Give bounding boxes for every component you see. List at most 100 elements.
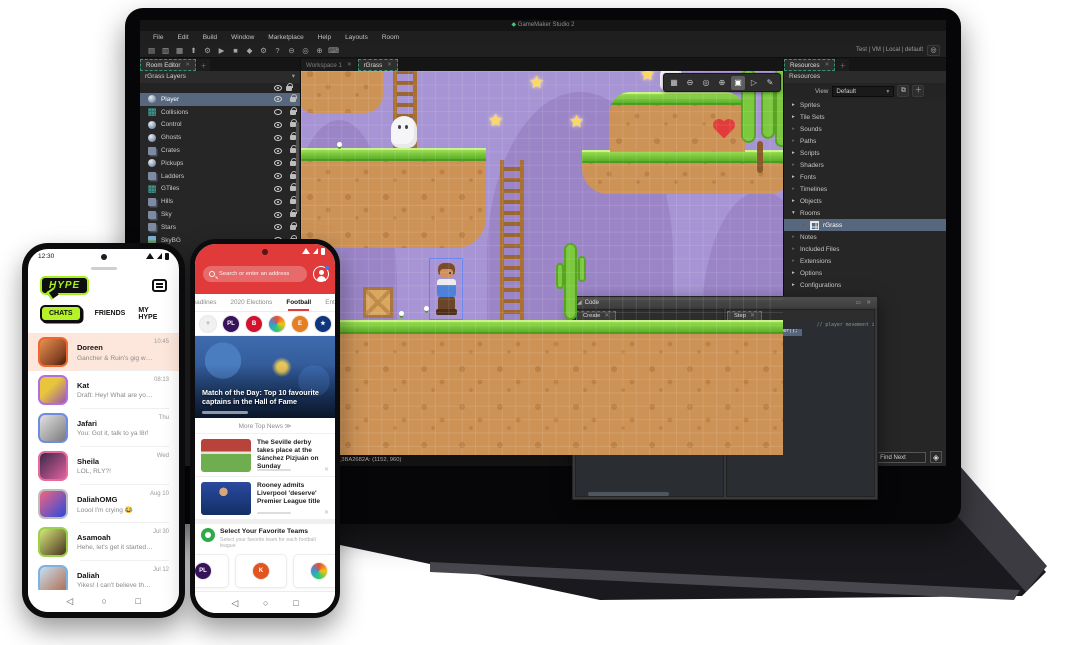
chat-row[interactable]: Sheila LOL, RLY?! Wed bbox=[28, 447, 179, 485]
search-options-icon[interactable]: ◈ bbox=[930, 451, 942, 463]
zoom-reset-icon[interactable]: ◎ bbox=[699, 76, 713, 90]
eye-icon[interactable] bbox=[274, 186, 282, 192]
star-sprite[interactable]: ★ bbox=[569, 112, 584, 132]
lock-icon[interactable] bbox=[290, 110, 296, 115]
zoom-reset-icon[interactable]: ◎ bbox=[299, 45, 312, 56]
cactus-sprite[interactable] bbox=[564, 243, 577, 320]
tree-row[interactable]: ▸ Scripts bbox=[784, 147, 946, 159]
menu-item[interactable]: File bbox=[146, 34, 170, 41]
expand-arrow-icon[interactable]: ▸ bbox=[792, 138, 800, 144]
team-card[interactable]: K bbox=[235, 554, 287, 588]
back-icon[interactable]: ◁ bbox=[231, 598, 238, 609]
open-icon[interactable]: ▥ bbox=[159, 45, 172, 56]
star-sprite[interactable]: ★ bbox=[529, 73, 544, 93]
category-tab[interactable]: Headlines bbox=[190, 299, 216, 306]
hero-article[interactable]: Match of the Day: Top 10 favourite capta… bbox=[195, 336, 335, 418]
layers-scrollbar[interactable] bbox=[296, 122, 299, 212]
expand-arrow-icon[interactable]: ▸ bbox=[792, 174, 800, 180]
add-tab-icon[interactable]: ＋ bbox=[197, 59, 210, 71]
menu-item[interactable]: Layouts bbox=[338, 34, 375, 41]
menu-item[interactable]: Marketplace bbox=[261, 34, 310, 41]
team-card[interactable]: PL bbox=[190, 554, 229, 588]
right-island-platform[interactable] bbox=[582, 150, 783, 194]
expand-arrow-icon[interactable]: ▸ bbox=[792, 102, 800, 108]
menu-item[interactable]: Help bbox=[311, 34, 338, 41]
settings-icon[interactable]: ⚙ bbox=[257, 45, 270, 56]
eye-icon[interactable] bbox=[274, 224, 282, 230]
expand-arrow-icon[interactable]: ▸ bbox=[792, 282, 800, 288]
tree-row[interactable]: ▸ Fonts bbox=[784, 171, 946, 183]
recents-icon[interactable]: □ bbox=[135, 596, 140, 606]
expand-arrow-icon[interactable]: ▸ bbox=[792, 234, 800, 240]
eye-icon[interactable] bbox=[274, 135, 282, 141]
category-tab[interactable]: 2020 Elections bbox=[230, 299, 272, 306]
zoom-in-icon[interactable]: ⊕ bbox=[715, 76, 729, 90]
bundesliga-icon[interactable]: B bbox=[245, 315, 263, 333]
eye-icon[interactable] bbox=[274, 122, 282, 128]
recents-icon[interactable]: □ bbox=[293, 598, 298, 608]
expand-arrow-icon[interactable]: ▸ bbox=[792, 258, 800, 264]
code-window-titlebar[interactable]: ◢ Code ▭ ✕ bbox=[573, 297, 877, 308]
collapse-icon[interactable]: ◢ bbox=[577, 299, 582, 306]
layer-row[interactable]: GTiles bbox=[140, 183, 300, 196]
view-select[interactable]: Default▼ bbox=[832, 86, 894, 97]
expand-arrow-icon[interactable]: ▸ bbox=[792, 114, 800, 120]
menu-item[interactable]: Build bbox=[196, 34, 224, 41]
chat-row[interactable]: Doreen Gancher & Ruin's gig was 🔥 last n… bbox=[28, 333, 179, 371]
expand-arrow-icon[interactable]: ▸ bbox=[792, 198, 800, 204]
grid-icon[interactable]: ▦ bbox=[667, 76, 681, 90]
layer-row[interactable]: Ladders bbox=[140, 170, 300, 183]
tree-row[interactable]: ▸ Options bbox=[784, 267, 946, 279]
menu-item[interactable]: Room bbox=[375, 34, 406, 41]
eye-icon[interactable] bbox=[274, 173, 282, 179]
new-chat-icon[interactable] bbox=[152, 279, 167, 292]
layer-row[interactable]: Player bbox=[140, 93, 300, 106]
copy-icon[interactable]: ⧉ bbox=[897, 85, 909, 97]
tree-row[interactable]: ▸ Tile Sets bbox=[784, 111, 946, 123]
room-canvas[interactable]: ★ ★ ★ ★ bbox=[301, 71, 783, 455]
left-island-platform[interactable] bbox=[301, 148, 486, 248]
tree-row[interactable]: ▸ Sprites bbox=[784, 99, 946, 111]
champions-icon[interactable]: ★ bbox=[314, 315, 332, 333]
eye-icon[interactable] bbox=[274, 212, 282, 218]
export-icon[interactable]: ⬆ bbox=[187, 45, 200, 56]
expand-arrow-icon[interactable]: ▸ bbox=[792, 246, 800, 252]
eye-icon[interactable] bbox=[274, 109, 282, 115]
dismiss-icon[interactable]: ✕ bbox=[324, 466, 329, 473]
chat-row[interactable]: Kat Draft: Hey! What are you up to? 08:1… bbox=[28, 371, 179, 409]
crate-sprite[interactable] bbox=[363, 287, 393, 318]
zoom-in-icon[interactable]: ⊕ bbox=[313, 45, 326, 56]
save-icon[interactable]: ▦ bbox=[173, 45, 186, 56]
tab-resources[interactable]: Resources✕ bbox=[784, 59, 835, 71]
close-icon[interactable]: ✕ bbox=[185, 62, 190, 68]
tree-row[interactable]: ▸ Configurations bbox=[784, 279, 946, 291]
profile-icon[interactable] bbox=[313, 266, 329, 282]
brush-icon[interactable]: ✎ bbox=[763, 76, 777, 90]
add-league-icon[interactable]: + bbox=[199, 315, 217, 333]
play-icon[interactable]: ▷ bbox=[747, 76, 761, 90]
scrollbar[interactable] bbox=[588, 492, 669, 496]
layer-row[interactable]: Ghosts bbox=[140, 131, 300, 144]
eye-icon[interactable] bbox=[274, 96, 282, 102]
chat-row[interactable]: DaliahOMG Loool I'm crying 😂 Aug 10 bbox=[28, 485, 179, 523]
tree-row[interactable]: ▸ Extensions bbox=[784, 255, 946, 267]
hype-tab[interactable]: MY HYPE bbox=[138, 307, 157, 321]
tree-row[interactable]: ▸ Included Files bbox=[784, 243, 946, 255]
eredivisie-icon[interactable]: E bbox=[291, 315, 309, 333]
lock-icon[interactable] bbox=[290, 225, 296, 230]
expand-arrow-icon[interactable]: ▾ bbox=[792, 210, 800, 216]
close-icon[interactable]: ✕ bbox=[387, 62, 392, 68]
ladder-sprite[interactable] bbox=[500, 160, 524, 320]
eye-icon[interactable] bbox=[274, 199, 282, 205]
tree-row[interactable]: ▸ Objects bbox=[784, 195, 946, 207]
add-tab-icon[interactable]: ＋ bbox=[836, 59, 849, 71]
help-icon[interactable]: ? bbox=[271, 45, 284, 56]
eye-icon[interactable] bbox=[274, 85, 282, 91]
expand-arrow-icon[interactable]: ▸ bbox=[792, 150, 800, 156]
workspace-tab[interactable]: Workspace 1✕ bbox=[301, 59, 357, 71]
layer-row[interactable]: Hills bbox=[140, 195, 300, 208]
close-icon[interactable]: ✕ bbox=[825, 62, 830, 68]
workspace-tab[interactable]: rGrass✕ bbox=[358, 59, 398, 71]
close-icon[interactable]: ✕ bbox=[347, 62, 352, 68]
star-sprite[interactable]: ★ bbox=[640, 71, 655, 85]
